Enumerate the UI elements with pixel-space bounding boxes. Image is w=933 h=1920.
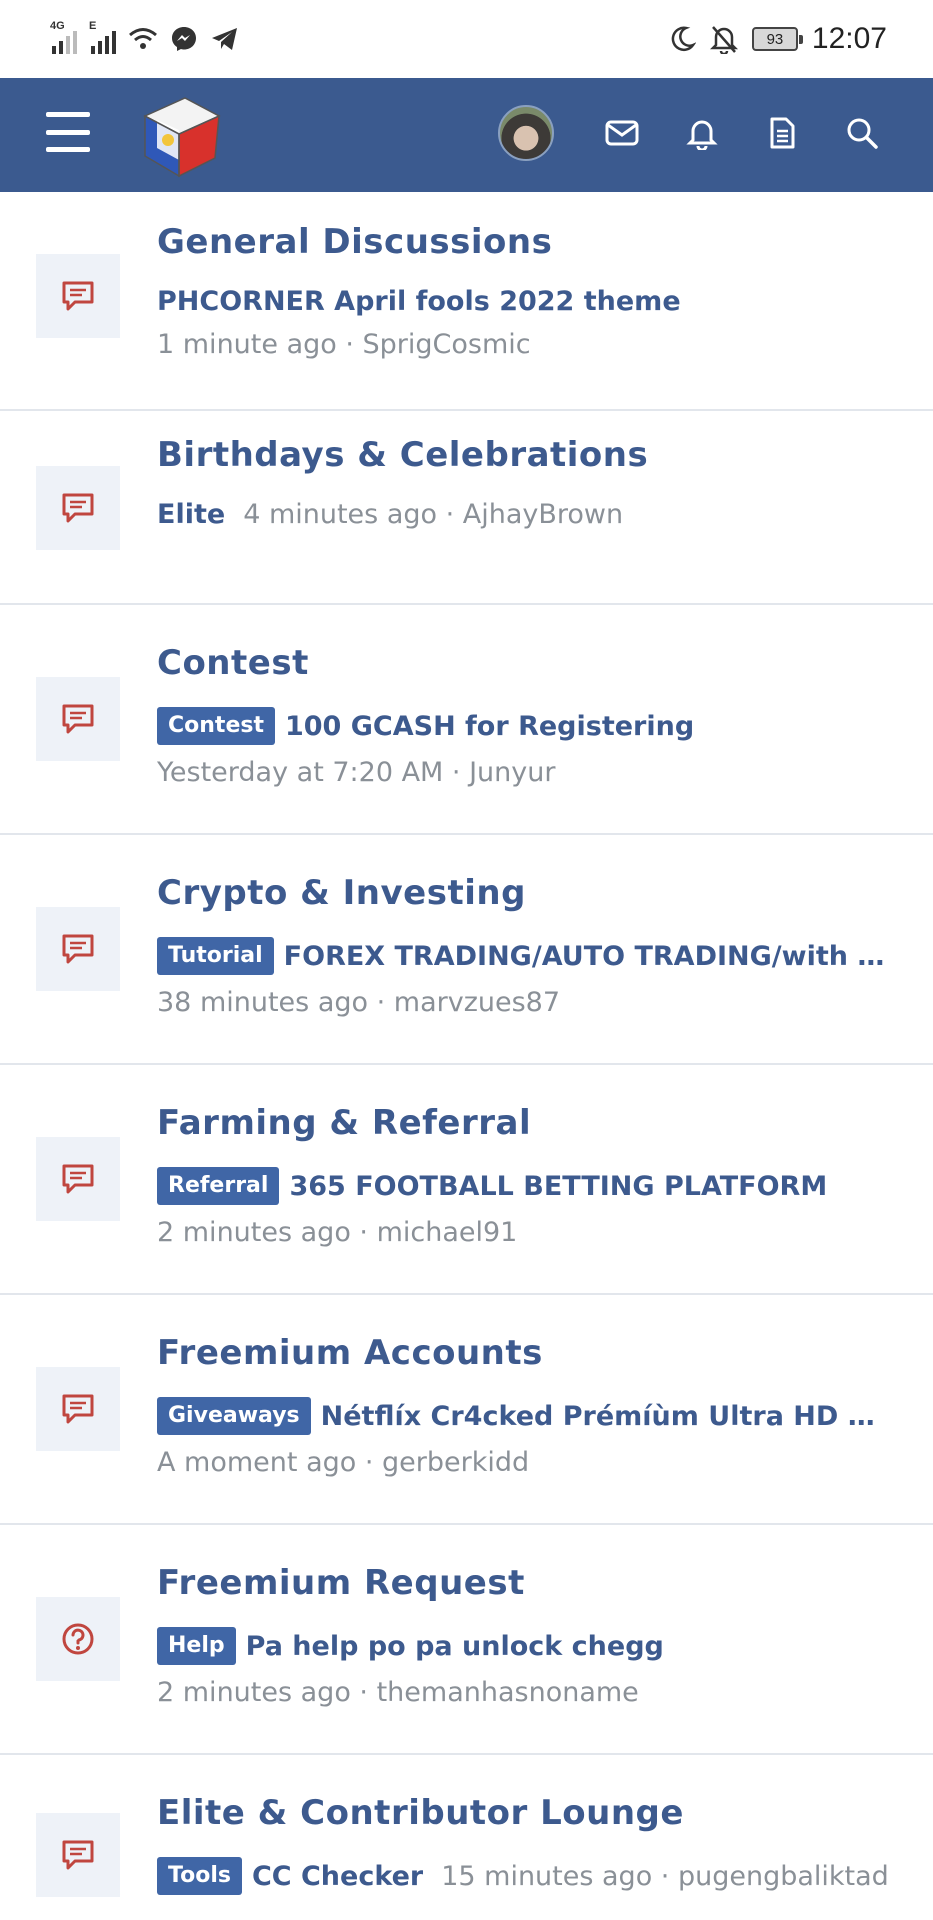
battery-icon: 93 — [751, 27, 803, 51]
forum-content: Freemium Request Help Pa help po pa unlo… — [157, 1563, 897, 1708]
chat-icon — [36, 1367, 120, 1451]
forum-content: Crypto & Investing Tutorial FOREX TRADIN… — [157, 873, 897, 1018]
forum-content: Farming & Referral Referral 365 FOOTBALL… — [157, 1103, 897, 1248]
latest-thread: Contest 100 GCASH for Registering — [157, 707, 897, 745]
forum-content: Birthdays & Celebrations Elite 4 minutes… — [157, 435, 897, 530]
latest-thread: Tools CC Checker 15 minutes ago · pugeng… — [157, 1857, 897, 1895]
forum-title[interactable]: General Discussions — [157, 222, 897, 262]
status-bar: 4G E 93 12:07 — [0, 0, 933, 78]
question-icon — [36, 1597, 120, 1681]
chat-icon — [36, 254, 120, 338]
forum-row[interactable]: General Discussions PHCORNER April fools… — [0, 192, 933, 411]
chat-icon — [36, 1813, 120, 1897]
thread-link[interactable]: Nétflíx Cr4cked Prémíùm Ultra HD #12 — [321, 1401, 897, 1432]
app-header — [0, 78, 933, 192]
thread-link[interactable]: 100 GCASH for Registering — [285, 711, 694, 742]
messenger-icon — [172, 27, 196, 51]
forum-title[interactable]: Farming & Referral — [157, 1103, 897, 1143]
document-icon[interactable] — [762, 113, 802, 153]
thread-link[interactable]: PHCORNER April fools 2022 theme — [157, 286, 681, 317]
thread-link[interactable]: Elite — [157, 499, 225, 530]
forum-title[interactable]: Elite & Contributor Lounge — [157, 1793, 897, 1833]
forum-title[interactable]: Birthdays & Celebrations — [157, 435, 897, 475]
thread-link[interactable]: 365 FOOTBALL BETTING PLATFORM — [289, 1171, 827, 1202]
chat-icon — [36, 1137, 120, 1221]
thread-meta: 1 minute ago · SprigCosmic — [157, 329, 531, 360]
thread-link[interactable]: CC Checker — [252, 1861, 423, 1892]
battery-level: 93 — [766, 30, 784, 48]
forum-row[interactable]: Farming & Referral Referral 365 FOOTBALL… — [0, 1065, 933, 1295]
forum-row[interactable]: Crypto & Investing Tutorial FOREX TRADIN… — [0, 835, 933, 1065]
thread-meta: Yesterday at 7:20 AM · Junyur — [157, 757, 556, 788]
chat-icon — [36, 466, 120, 550]
thread-meta: A moment ago · gerberkidd — [157, 1447, 530, 1478]
forum-row[interactable]: Freemium Accounts Giveaways Nétflíx Cr4c… — [0, 1295, 933, 1525]
bell-off-icon — [709, 26, 738, 54]
signal-icon: 4G — [50, 20, 77, 54]
latest-thread: Tutorial FOREX TRADING/AUTO TRADING/with… — [157, 937, 897, 975]
search-icon[interactable] — [842, 113, 882, 153]
clock: 12:07 — [811, 22, 887, 55]
forum-row[interactable]: Birthdays & Celebrations Elite 4 minutes… — [0, 411, 933, 605]
prefix-badge[interactable]: Tutorial — [157, 937, 274, 975]
forum-row[interactable]: Freemium Request Help Pa help po pa unlo… — [0, 1525, 933, 1755]
logo[interactable] — [135, 90, 225, 180]
thread-meta: 4 minutes ago · AjhayBrown — [243, 499, 624, 530]
forum-content: Freemium Accounts Giveaways Nétflíx Cr4c… — [157, 1333, 897, 1478]
thread-meta: 2 minutes ago · themanhasnoname — [157, 1677, 639, 1708]
thread-link[interactable]: FOREX TRADING/AUTO TRADING/with L... — [284, 941, 897, 972]
wifi-icon — [129, 28, 157, 49]
forum-content: Elite & Contributor Lounge Tools CC Chec… — [157, 1793, 897, 1895]
bell-icon[interactable] — [682, 113, 722, 153]
thread-link[interactable]: Pa help po pa unlock chegg — [246, 1631, 664, 1662]
menu-icon[interactable] — [46, 112, 90, 152]
prefix-badge[interactable]: Help — [157, 1627, 236, 1665]
status-right: 93 12:07 — [668, 18, 887, 60]
status-left: 4G E — [50, 18, 240, 60]
prefix-badge[interactable]: Contest — [157, 707, 275, 745]
network-type-label: 4G — [50, 20, 65, 32]
network-type-label: E — [89, 20, 97, 32]
prefix-badge[interactable]: Giveaways — [157, 1397, 311, 1435]
forum-content: Contest Contest 100 GCASH for Registerin… — [157, 643, 897, 788]
forum-row[interactable]: Contest Contest 100 GCASH for Registerin… — [0, 605, 933, 835]
thread-meta: 2 minutes ago · michael91 — [157, 1217, 518, 1248]
prefix-badge[interactable]: Referral — [157, 1167, 280, 1205]
prefix-badge[interactable]: Tools — [157, 1857, 242, 1895]
chat-icon — [36, 677, 120, 761]
signal-icon: E — [89, 20, 116, 54]
telegram-icon — [212, 28, 237, 50]
forum-content: General Discussions PHCORNER April fools… — [157, 222, 897, 360]
latest-thread: Giveaways Nétflíx Cr4cked Prémíùm Ultra … — [157, 1397, 897, 1435]
forum-title[interactable]: Freemium Request — [157, 1563, 897, 1603]
latest-thread: Elite 4 minutes ago · AjhayBrown — [157, 499, 897, 530]
latest-thread: PHCORNER April fools 2022 theme — [157, 286, 897, 317]
thread-meta: 38 minutes ago · marvzues87 — [157, 987, 561, 1018]
latest-thread: Referral 365 FOOTBALL BETTING PLATFORM — [157, 1167, 897, 1205]
mail-icon[interactable] — [602, 113, 642, 153]
thread-meta: 15 minutes ago · pugengbaliktad — [441, 1860, 889, 1892]
forum-title[interactable]: Freemium Accounts — [157, 1333, 897, 1373]
moon-icon — [671, 26, 696, 52]
forum-title[interactable]: Crypto & Investing — [157, 873, 897, 913]
forum-title[interactable]: Contest — [157, 643, 897, 683]
forum-row[interactable]: Elite & Contributor Lounge Tools CC Chec… — [0, 1755, 933, 1920]
latest-thread: Help Pa help po pa unlock chegg — [157, 1627, 897, 1665]
avatar[interactable] — [498, 105, 554, 161]
forum-list: General Discussions PHCORNER April fools… — [0, 192, 933, 1920]
chat-icon — [36, 907, 120, 991]
